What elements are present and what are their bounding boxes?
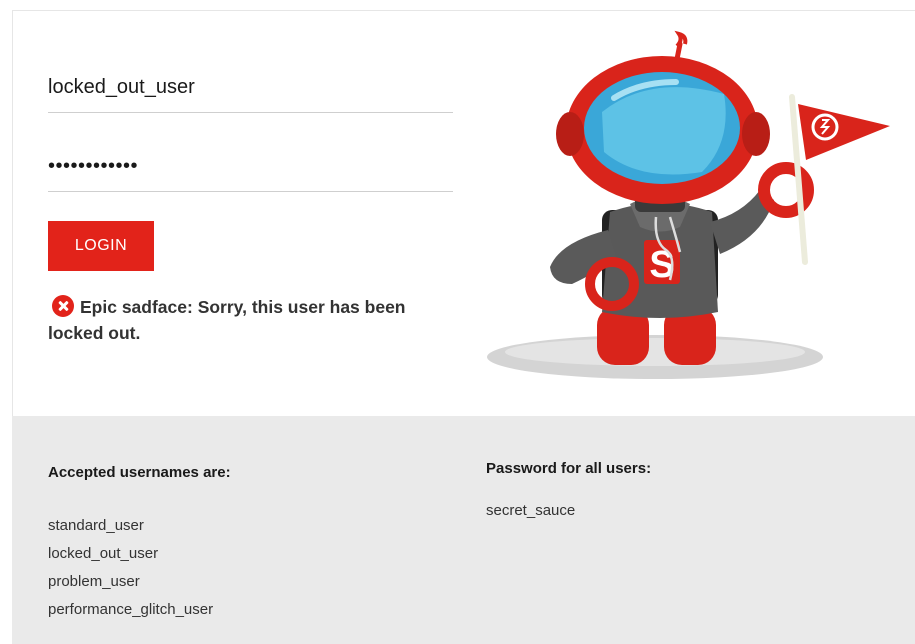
list-item: standard_user [48,517,144,534]
credentials-footer: Accepted usernames are: standard_user lo… [12,416,915,644]
password-value: secret_sauce [486,502,576,519]
error-message-container: Epic sadface: Sorry, this user has been … [48,294,453,346]
list-item: problem_user [48,573,140,590]
login-form: LOGIN Epic sadface: Sorry, this user has… [48,62,453,346]
password-field-wrapper [48,141,453,192]
left-divider [12,10,13,416]
username-input[interactable] [48,75,453,99]
usernames-heading: Accepted usernames are: [48,464,231,481]
password-input[interactable] [48,154,453,178]
login-button[interactable]: LOGIN [48,221,154,271]
list-item: performance_glitch_user [48,601,214,618]
robot-mascot-illustration: S [487,30,890,379]
top-divider [12,10,915,11]
times-circle-icon[interactable] [52,295,74,317]
password-heading: Password for all users: [486,460,652,477]
usernames-list: standard_user locked_out_user problem_us… [48,512,213,624]
error-message-text: Epic sadface: Sorry, this user has been … [48,297,406,343]
list-item: locked_out_user [48,545,159,562]
username-field-wrapper [48,62,453,113]
